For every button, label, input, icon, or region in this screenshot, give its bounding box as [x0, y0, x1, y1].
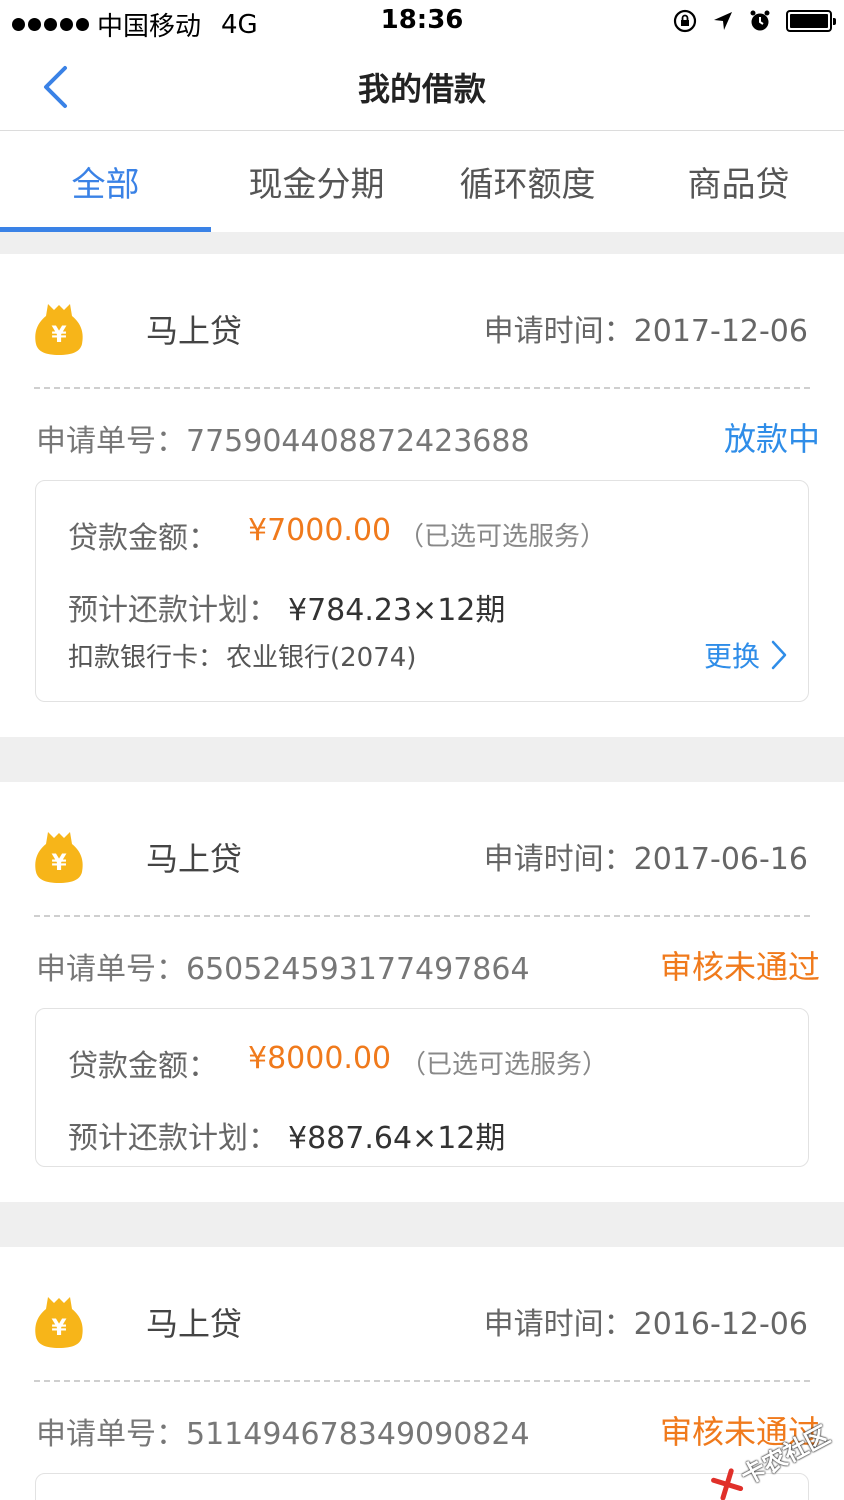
service-note: （已选可选服务） — [398, 522, 607, 552]
loan-card-header: ¥ 马上贷 申请时间：2017-06-16 — [0, 782, 844, 916]
dashed-divider — [34, 915, 810, 917]
status-bar: 中国移动 4G 18:36 — [0, 0, 844, 42]
page-title: 我的借款 — [357, 70, 486, 108]
dashed-divider — [34, 1380, 810, 1382]
service-note: （已选可选服务） — [400, 1050, 609, 1080]
product-name: 马上贷 — [146, 312, 243, 350]
loan-detail-box: 贷款金额： ¥8000.00 （已选可选服务） 预计还款计划： ¥887.64×… — [35, 1008, 809, 1167]
status-bar-right — [672, 8, 836, 34]
tab-product-loan[interactable]: 商品贷 — [633, 131, 844, 232]
order-number: 申请单号：511494678349090824 — [36, 1417, 530, 1452]
change-label: 更换 — [703, 640, 760, 673]
plan-label: 预计还款计划： — [68, 593, 278, 628]
repayment-plan: ¥887.64×12期 — [288, 1121, 506, 1156]
rotation-lock-icon — [673, 9, 697, 33]
tab-revolving-credit[interactable]: 循环额度 — [422, 131, 633, 232]
loan-card[interactable]: ¥ 马上贷 申请时间：2017-12-06 申请单号：7759044088724… — [0, 254, 844, 737]
order-number: 申请单号：775904408872423688 — [36, 424, 530, 459]
location-arrow-icon — [714, 12, 732, 30]
section-divider — [0, 232, 844, 254]
navigation-bar: 我的借款 — [0, 42, 844, 131]
battery-icon — [786, 10, 836, 32]
change-bank-card-button[interactable]: 更换 — [704, 635, 788, 675]
order-row: 申请单号：650524593177497864 审核未通过 — [0, 938, 844, 990]
bank-card-label: 扣款银行卡： — [68, 643, 225, 673]
section-divider — [0, 737, 844, 782]
section-divider — [0, 1202, 844, 1247]
status-badge: 放款中 — [723, 420, 820, 458]
svg-text:¥: ¥ — [51, 323, 67, 348]
money-bag-icon: ¥ — [35, 304, 83, 355]
order-number: 申请单号：650524593177497864 — [36, 952, 530, 987]
status-badge: 审核未通过 — [659, 948, 820, 986]
product-name: 马上贷 — [146, 840, 243, 878]
product-name: 马上贷 — [146, 1305, 243, 1343]
loan-card[interactable]: ¥ 马上贷 申请时间：2017-06-16 申请单号：6505245931774… — [0, 782, 844, 1202]
loan-card-header: ¥ 马上贷 申请时间：2016-12-06 — [0, 1247, 844, 1381]
loan-type-tabs: 全部 现金分期 循环额度 商品贷 — [0, 131, 844, 232]
loan-detail-box: 贷款金额： ¥7000.00 （已选可选服务） 预计还款计划： ¥784.23×… — [35, 480, 809, 702]
tab-cash-installment[interactable]: 现金分期 — [211, 131, 422, 232]
loan-detail-box — [35, 1473, 809, 1500]
money-bag-icon: ¥ — [35, 1297, 83, 1348]
plan-label: 预计还款计划： — [68, 1121, 278, 1156]
alarm-clock-icon — [750, 10, 770, 31]
money-bag-icon: ¥ — [35, 832, 83, 883]
loan-amount: ¥8000.00 — [248, 1041, 392, 1076]
loan-card[interactable]: ¥ 马上贷 申请时间：2016-12-06 申请单号：5114946783490… — [0, 1247, 844, 1500]
order-row: 申请单号：775904408872423688 放款中 — [0, 410, 844, 462]
loan-card-header: ¥ 马上贷 申请时间：2017-12-06 — [0, 254, 844, 388]
tab-all[interactable]: 全部 — [0, 131, 211, 232]
svg-text:¥: ¥ — [51, 1316, 67, 1341]
apply-time: 申请时间：2017-06-16 — [483, 842, 808, 877]
svg-text:¥: ¥ — [51, 851, 67, 876]
chevron-right-icon — [771, 640, 787, 670]
apply-time: 申请时间：2016-12-06 — [483, 1307, 808, 1342]
amount-label: 贷款金额： — [68, 521, 218, 556]
bank-card-value: 农业银行(2074) — [226, 643, 417, 673]
loan-amount: ¥7000.00 — [248, 513, 392, 548]
amount-label: 贷款金额： — [68, 1049, 218, 1084]
repayment-plan: ¥784.23×12期 — [288, 593, 506, 628]
apply-time: 申请时间：2017-12-06 — [483, 314, 808, 349]
dashed-divider — [34, 387, 810, 389]
order-row: 申请单号：511494678349090824 审核未通过 — [0, 1403, 844, 1455]
